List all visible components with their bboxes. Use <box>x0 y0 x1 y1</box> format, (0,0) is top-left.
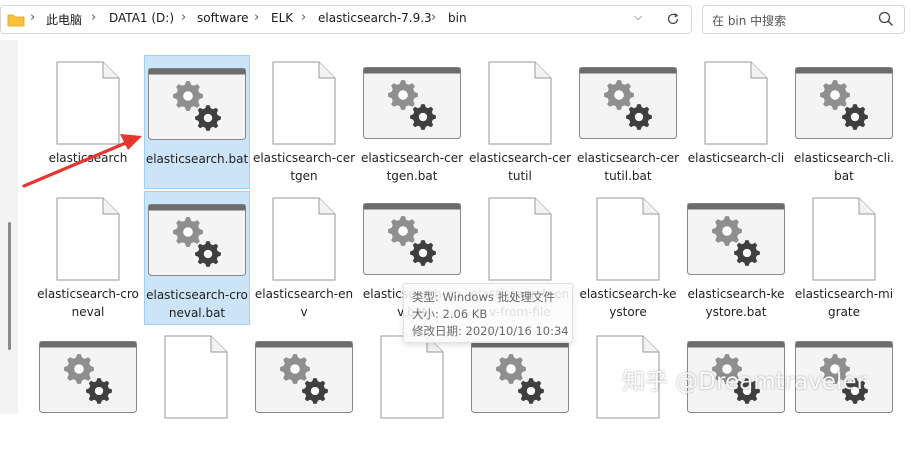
tooltip-date: 修改日期: 2020/10/16 10:34 <box>412 324 569 338</box>
tooltip-type: 类型: Windows 批处理文件 <box>412 290 556 304</box>
file-name-label: elasticsearch-cli <box>687 151 785 165</box>
batch-file-icon <box>252 329 356 419</box>
file-item[interactable] <box>684 329 788 463</box>
breadcrumb-software[interactable]: software <box>197 11 249 25</box>
file-name-label: elasticsearch-keystore <box>579 287 677 319</box>
breadcrumb-data1[interactable]: DATA1 (D:) <box>109 11 174 25</box>
batch-file-icon <box>145 56 249 146</box>
breadcrumb-this-pc[interactable]: 此电脑 <box>46 11 82 28</box>
chevron-right-icon[interactable]: › <box>30 10 35 25</box>
file-icon <box>252 191 356 281</box>
search-box[interactable]: 在 bin 中搜索 <box>702 5 905 34</box>
batch-file-icon <box>684 191 788 281</box>
file-item[interactable]: elasticsearch-certutil.bat <box>576 55 680 189</box>
file-tooltip: 类型: Windows 批处理文件 大小: 2.06 KB 修改日期: 2020… <box>403 283 573 343</box>
file-icon <box>144 329 248 419</box>
chevron-right-icon[interactable]: › <box>301 10 306 25</box>
file-name-label: elasticsearch-migrate <box>794 287 894 319</box>
breadcrumb-elasticsearch[interactable]: elasticsearch-7.9.3 <box>318 11 432 25</box>
search-input[interactable]: 在 bin 中搜索 <box>712 12 786 29</box>
chevron-right-icon[interactable]: › <box>181 10 186 25</box>
file-item[interactable] <box>468 329 572 463</box>
file-item[interactable]: elasticsearch-certutil <box>468 55 572 189</box>
file-item[interactable] <box>792 329 896 463</box>
file-name-label: elasticsearch-certgen.bat <box>360 151 464 183</box>
file-name-label: elasticsearch.bat <box>145 152 249 166</box>
file-name-label: elasticsearch-croneval <box>37 287 139 319</box>
search-icon[interactable] <box>878 11 894 27</box>
file-icon <box>468 191 572 281</box>
file-icon <box>792 191 896 281</box>
nav-scrollbar[interactable] <box>8 222 11 350</box>
file-item[interactable]: elasticsearch-keystore.bat <box>684 191 788 325</box>
file-icon <box>36 191 140 281</box>
file-icon <box>252 55 356 145</box>
file-item[interactable]: elasticsearch-migrate <box>792 191 896 325</box>
batch-file-icon <box>576 55 680 145</box>
file-name-label: elasticsearch-env <box>254 287 354 319</box>
batch-file-icon <box>145 192 249 282</box>
file-name-label: elasticsearch-certutil.bat <box>576 151 680 183</box>
address-bar-region: › 此电脑 › DATA1 (D:) › software › ELK › el… <box>0 0 911 40</box>
address-bar[interactable]: › 此电脑 › DATA1 (D:) › software › ELK › el… <box>0 5 692 34</box>
file-name-label: elasticsearch-certutil <box>468 151 572 183</box>
refresh-icon[interactable] <box>666 12 680 26</box>
file-name-label: elasticsearch-cli.bat <box>793 151 895 183</box>
batch-file-icon <box>360 55 464 145</box>
file-item[interactable]: elasticsearch-keystore <box>576 191 680 325</box>
file-item[interactable]: elasticsearch-certgen.bat <box>360 55 464 189</box>
file-name-label: elasticsearch-certgen <box>252 151 356 183</box>
annotation-arrow-icon <box>22 134 142 188</box>
file-item[interactable] <box>360 329 464 463</box>
file-icon <box>576 191 680 281</box>
file-item[interactable]: elasticsearch-env <box>252 191 356 325</box>
file-icon <box>684 55 788 145</box>
chevron-right-icon[interactable]: › <box>431 10 436 25</box>
chevron-right-icon[interactable]: › <box>91 10 96 25</box>
file-item[interactable]: elasticsearch-certgen <box>252 55 356 189</box>
file-item[interactable] <box>576 329 680 463</box>
chevron-down-icon[interactable]: ⌵ <box>634 10 642 24</box>
file-item[interactable] <box>36 329 140 463</box>
file-item[interactable] <box>144 329 248 463</box>
file-item[interactable] <box>252 329 356 463</box>
file-item[interactable]: elasticsearch-cli <box>684 55 788 189</box>
chevron-right-icon[interactable]: › <box>254 10 259 25</box>
batch-file-icon <box>36 329 140 419</box>
tooltip-size: 大小: 2.06 KB <box>412 307 488 321</box>
file-item[interactable]: elasticsearch-croneval <box>36 191 140 325</box>
navigation-pane <box>0 40 18 414</box>
batch-file-icon <box>360 191 464 281</box>
breadcrumb-elk[interactable]: ELK <box>271 11 293 25</box>
file-item[interactable]: elasticsearch-cli.bat <box>792 55 896 189</box>
file-item[interactable]: elasticsearch.bat <box>144 55 250 189</box>
folder-icon <box>7 14 25 27</box>
file-name-label: elasticsearch-keystore.bat <box>687 287 785 319</box>
file-name-label: elasticsearch-croneval.bat <box>146 288 248 320</box>
batch-file-icon <box>792 55 896 145</box>
breadcrumb-bin[interactable]: bin <box>448 11 467 25</box>
file-icon <box>468 55 572 145</box>
file-item[interactable]: elasticsearch-croneval.bat <box>144 191 250 325</box>
watermark: 知乎 @Dreamtraveler <box>622 369 866 395</box>
